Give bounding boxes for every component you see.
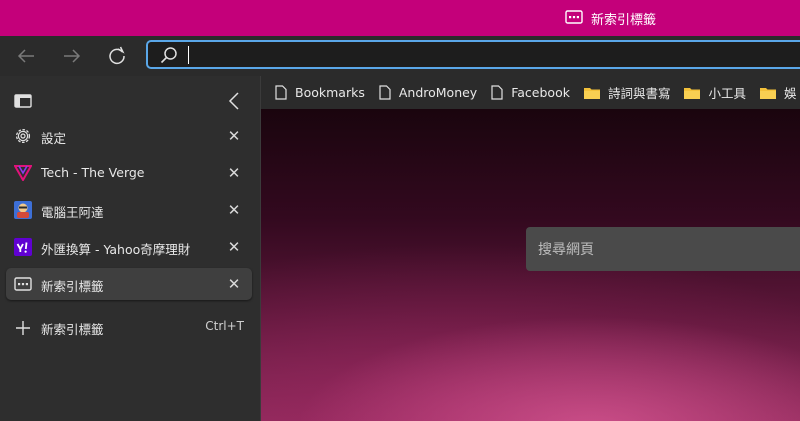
arrow-left-icon: [17, 49, 34, 63]
gear-icon: [14, 127, 32, 145]
bookmark-label: 小工具: [708, 86, 746, 101]
close-icon[interactable]: ✕: [226, 202, 242, 218]
reload-button[interactable]: [103, 42, 131, 70]
tab-label: 外匯換算 - Yahoo奇摩理財: [41, 242, 191, 257]
tab-label: 設定: [41, 131, 67, 146]
tab-site[interactable]: 電腦王阿達 ✕: [6, 194, 252, 226]
site-favicon-icon: [14, 201, 32, 219]
bookmark-item[interactable]: Bookmarks: [275, 85, 365, 100]
yahoo-logo-icon: [14, 238, 32, 256]
plus-icon: [14, 319, 32, 337]
page-icon: [491, 85, 503, 100]
close-icon[interactable]: ✕: [226, 276, 242, 292]
navigation-toolbar: [0, 36, 800, 76]
new-tab-label: 新索引標籤: [41, 322, 104, 337]
folder-icon: [583, 88, 600, 99]
web-search-input[interactable]: [538, 239, 798, 259]
folder-icon: [684, 88, 701, 99]
page-icon: [275, 85, 287, 100]
folder-icon: [759, 88, 776, 99]
close-icon[interactable]: ✕: [226, 165, 242, 181]
arrow-right-icon: [64, 49, 81, 63]
bookmark-folder[interactable]: 娛: [759, 83, 797, 102]
forward-button[interactable]: [58, 42, 86, 70]
new-tab-page-icon: [14, 275, 32, 293]
new-tab-button[interactable]: 新索引標籤 Ctrl+T: [6, 312, 252, 342]
window-title-area: 新索引標籤: [565, 8, 656, 28]
bookmark-item[interactable]: Facebook: [491, 85, 570, 100]
window-title: 新索引標籤: [591, 12, 657, 28]
bookmark-label: Bookmarks: [295, 85, 365, 100]
close-icon[interactable]: ✕: [226, 128, 242, 144]
reload-icon: [109, 46, 125, 65]
title-bar: 新索引標籤: [0, 0, 800, 36]
back-button[interactable]: [12, 42, 40, 70]
bookmark-item[interactable]: AndroMoney: [379, 85, 477, 100]
bookmarks-bar: Bookmarks AndroMoney Facebook 詩詞與書寫 小工具 …: [261, 76, 800, 109]
search-icon: [160, 46, 177, 63]
chevron-left-icon[interactable]: [228, 92, 240, 114]
bookmark-label: 娛: [783, 86, 797, 101]
tab-label: Tech - The Verge: [41, 165, 145, 180]
tab-settings[interactable]: 設定 ✕: [6, 120, 252, 152]
verge-logo-icon: [14, 164, 32, 182]
tab-label: 電腦王阿達: [41, 205, 104, 220]
tab-yahoo-finance[interactable]: 外匯換算 - Yahoo奇摩理財 ✕: [6, 231, 252, 263]
text-caret: [188, 45, 189, 64]
bookmark-folder[interactable]: 小工具: [684, 83, 746, 102]
new-tab-shortcut: Ctrl+T: [205, 319, 244, 333]
bookmark-folder[interactable]: 詩詞與書寫: [583, 83, 671, 102]
sidebar-panel-icon[interactable]: [14, 93, 32, 112]
address-bar[interactable]: [146, 40, 800, 69]
bookmark-label: AndroMoney: [398, 85, 478, 100]
page-icon: [379, 85, 391, 100]
tab-label: 新索引標籤: [41, 279, 104, 294]
close-icon[interactable]: ✕: [226, 239, 242, 255]
new-tab-page-icon: [565, 9, 583, 28]
vertical-tabs-sidebar: 設定 ✕ Tech - The Verge ✕ 電腦王阿達 ✕ 外匯換算 - Y…: [0, 76, 261, 421]
bookmark-label: 詩詞與書寫: [607, 86, 671, 101]
bookmark-label: Facebook: [511, 85, 570, 100]
web-search-box[interactable]: [526, 227, 800, 271]
tab-the-verge[interactable]: Tech - The Verge ✕: [6, 157, 252, 189]
tab-new-tab-active[interactable]: 新索引標籤 ✕: [6, 268, 252, 300]
new-tab-page-background: [261, 109, 800, 421]
address-input[interactable]: [193, 44, 800, 65]
main-content: Bookmarks AndroMoney Facebook 詩詞與書寫 小工具 …: [261, 76, 800, 421]
sidebar-header: [0, 76, 260, 124]
